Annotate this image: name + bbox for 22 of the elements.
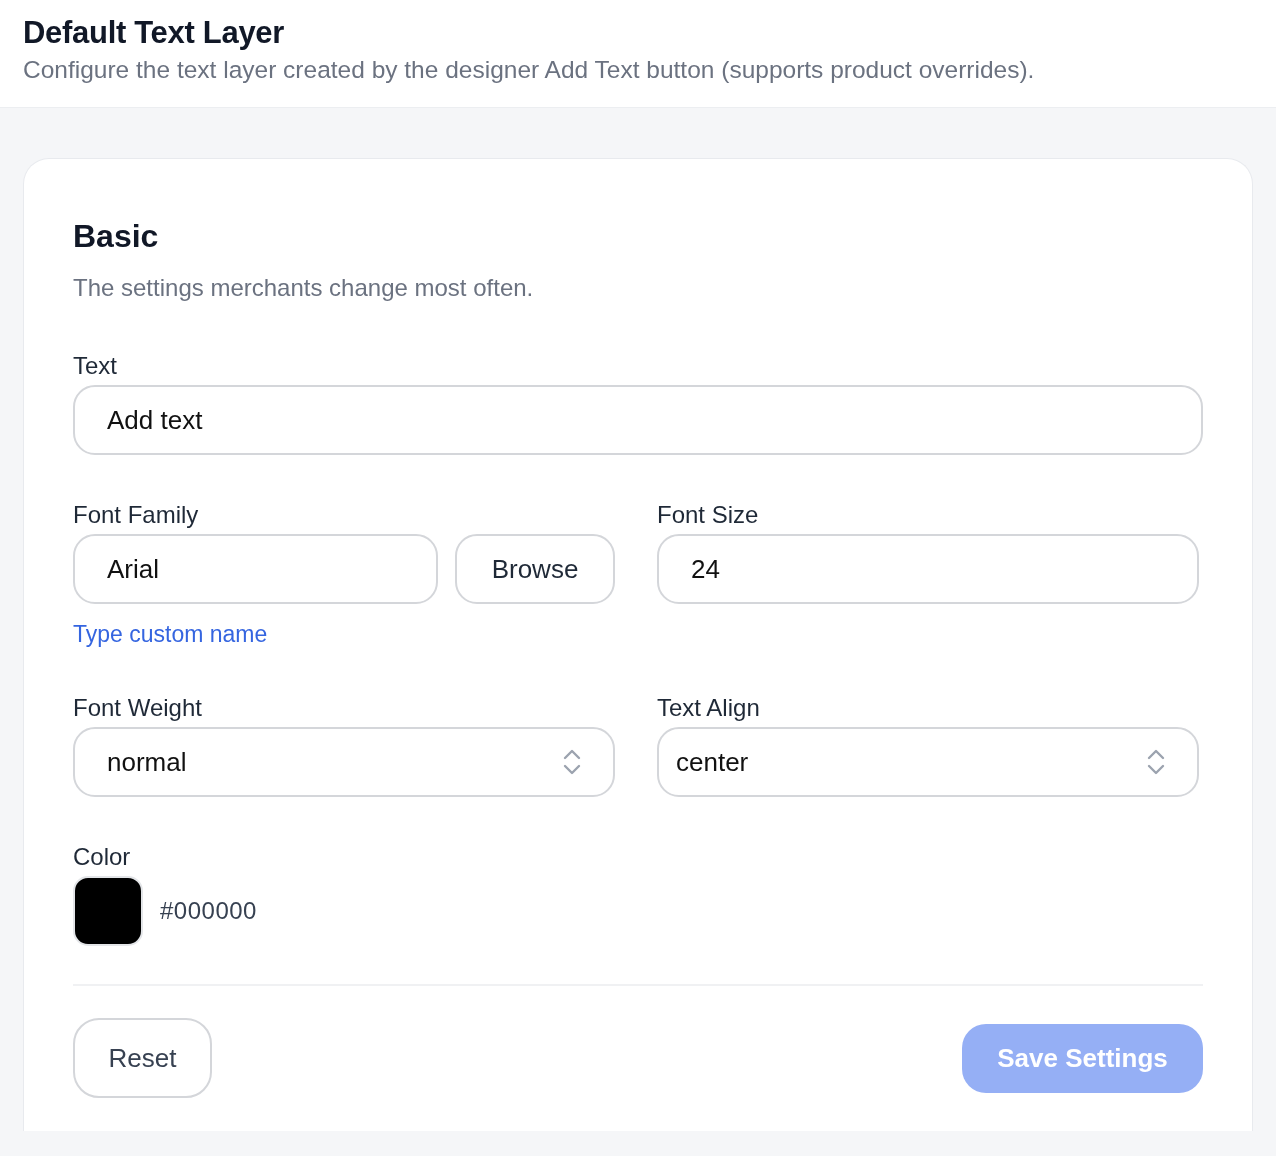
font-size-input[interactable]: 24 [657,534,1199,604]
field-label: Font Weight [73,693,202,723]
reset-button[interactable]: Reset [73,1018,212,1098]
font-weight-select[interactable]: normal [73,727,615,797]
chevron-up-down-icon [1147,748,1165,776]
field-label: Font Size [657,500,759,530]
text-align-select[interactable]: center [657,727,1199,797]
text-input[interactable]: Add text [73,385,1203,455]
page-subtitle: Configure the text layer created by the designer Add Text button (supports product overrides). [23,55,1036,85]
section-title: Basic [73,217,160,256]
field-label: Text Align [657,693,760,723]
color-value: #000000 [160,897,257,925]
color-swatch-icon[interactable] [73,876,143,946]
field-label: Color [73,842,131,872]
font-family-input[interactable]: Arial [73,534,438,604]
custom-name-link[interactable]: Type custom name [73,620,268,648]
field-label: Font Family [73,500,199,530]
browse-button[interactable]: Browse [455,534,615,604]
chevron-up-down-icon [563,748,581,776]
section-description: The settings merchants change most often. [73,273,535,303]
page-title: Default Text Layer [23,14,286,52]
field-label: Text [73,351,117,381]
